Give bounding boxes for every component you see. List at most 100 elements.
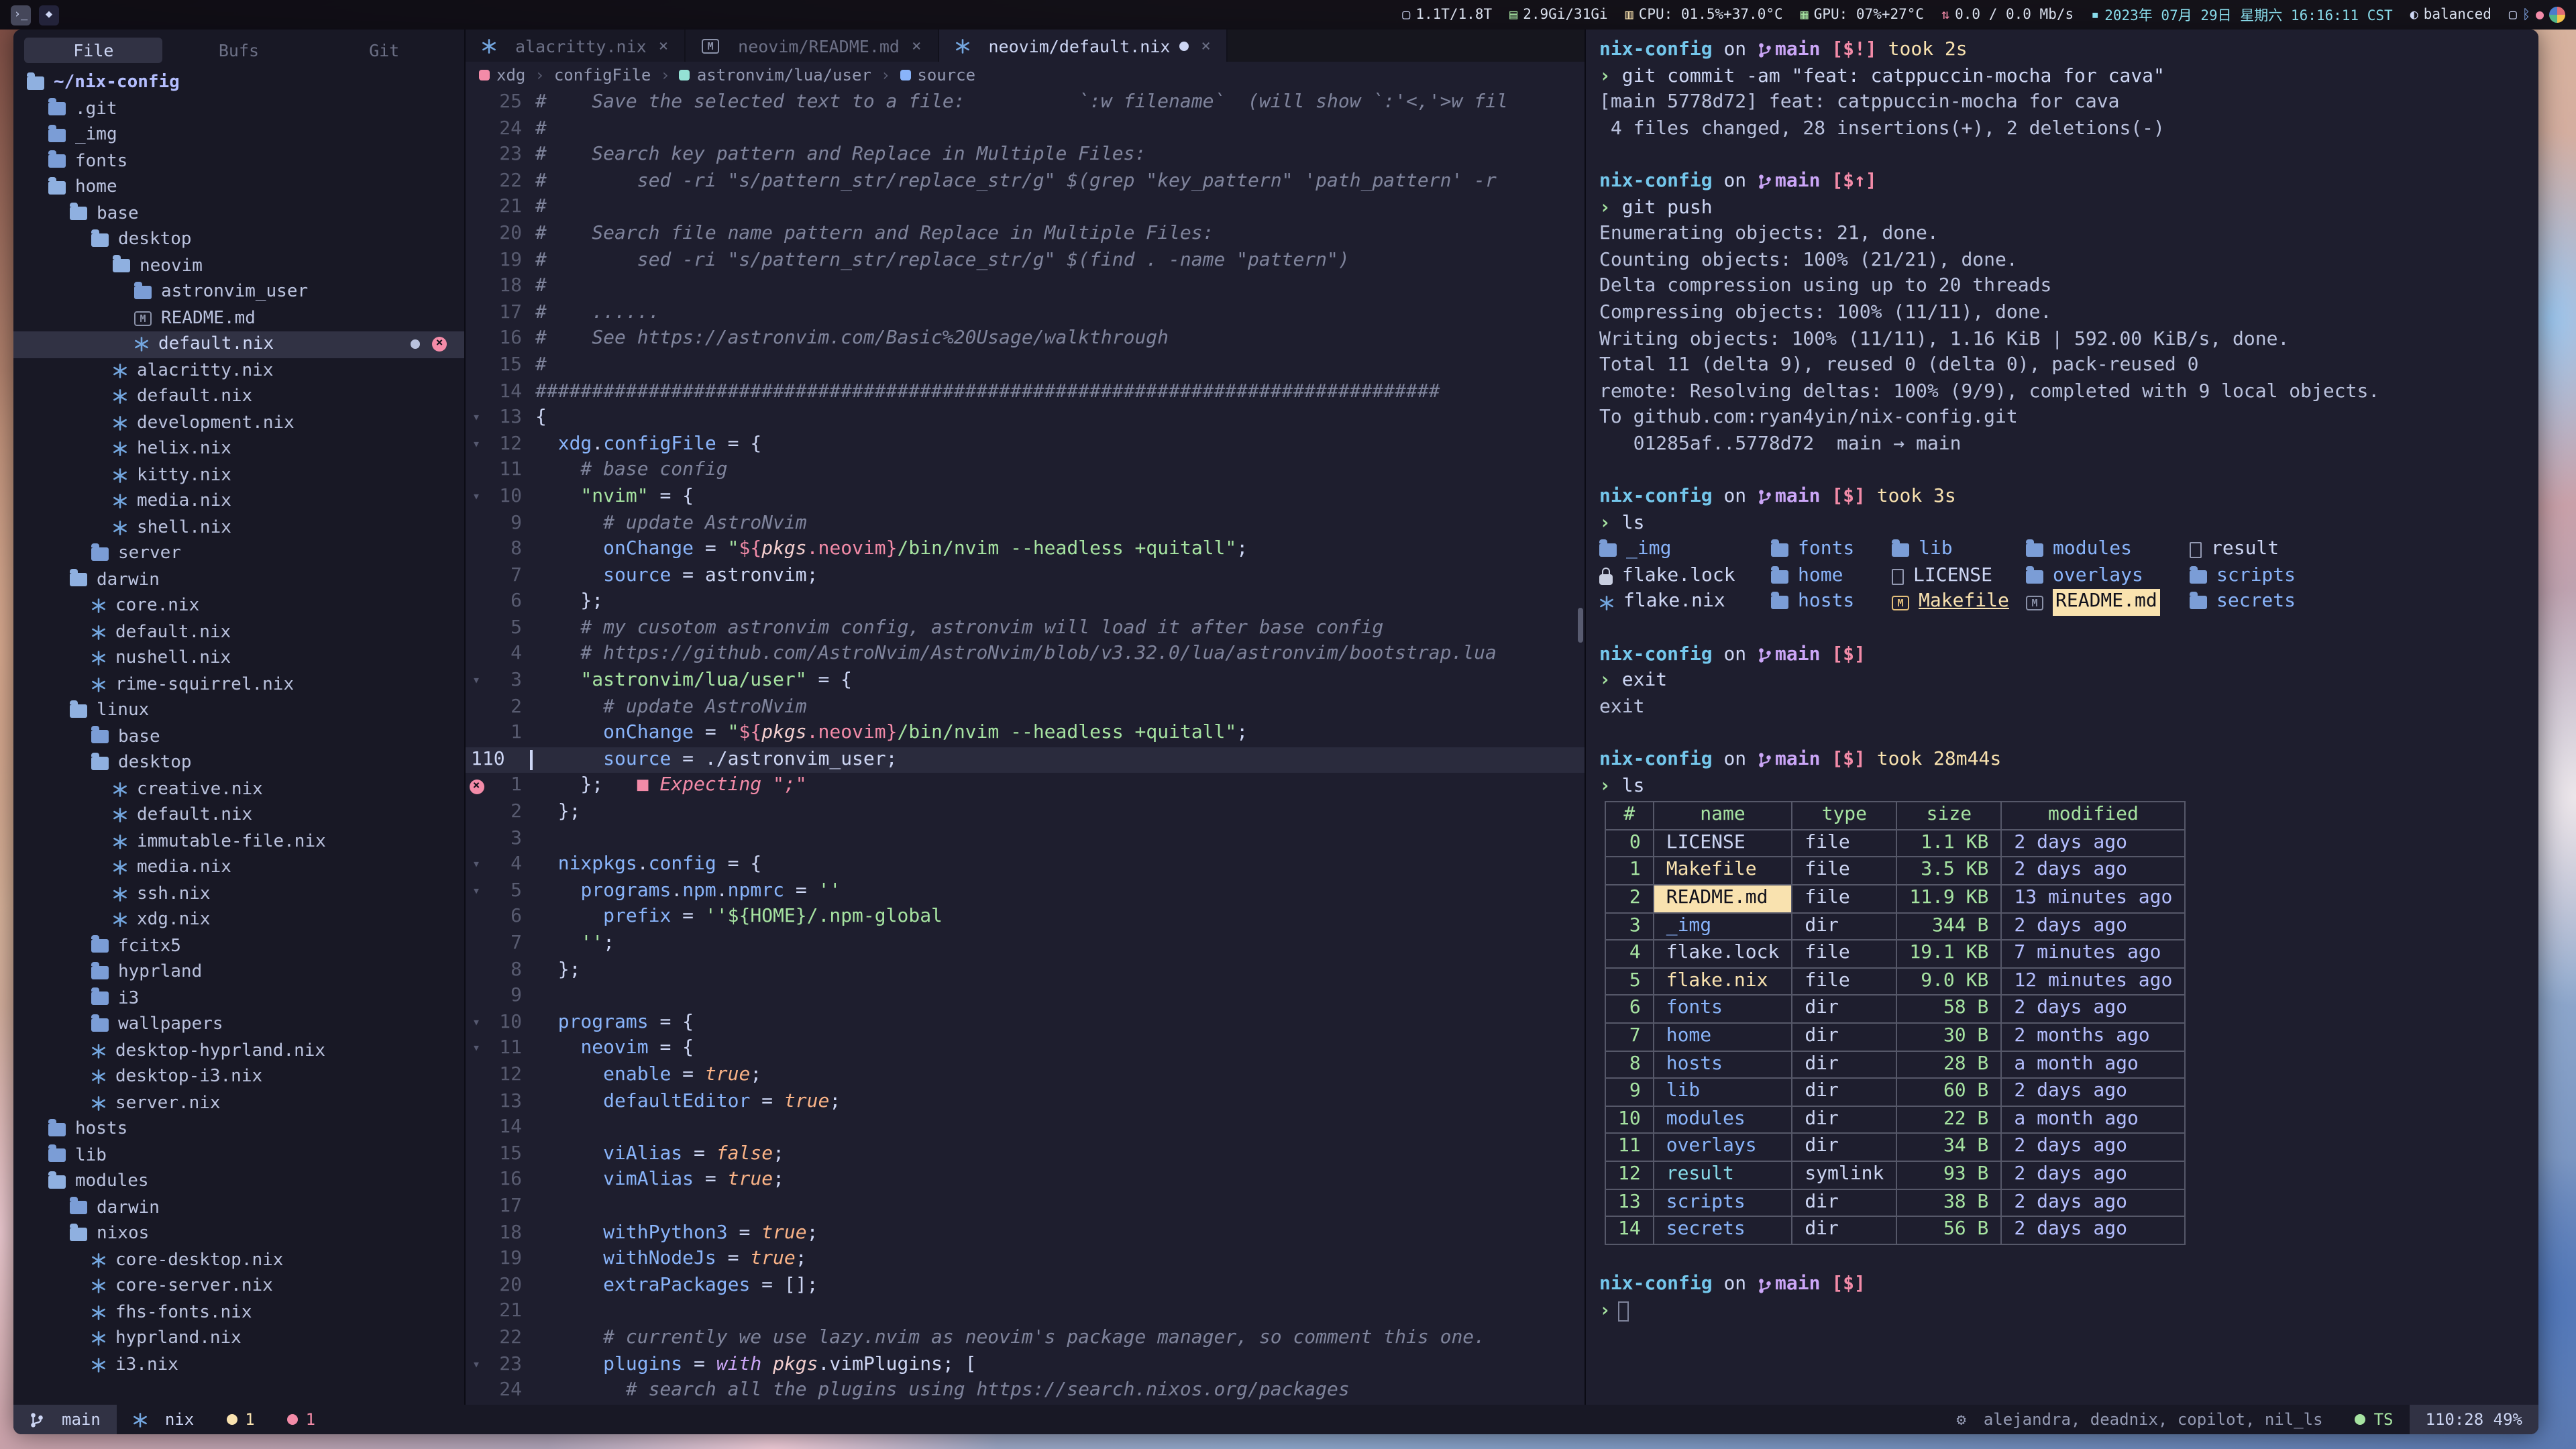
tree-item[interactable]: alacritty.nix [13,358,464,384]
tree-item[interactable]: core.nix [13,593,464,619]
scrollbar-thumb[interactable] [1578,607,1583,642]
tree-item[interactable]: default.nix× [13,331,464,358]
tree-item[interactable]: rime-squirrel.nix [13,672,464,698]
bluetooth-icon[interactable]: ᛒ [2522,7,2530,22]
workspace-2-icon[interactable]: ◆ [39,5,59,25]
buffer-tab[interactable]: neovim/default.nix× [938,30,1228,62]
code-line[interactable]: 11 # base config [466,458,1585,484]
code-line[interactable]: 21# [466,195,1585,221]
tree-item[interactable]: neovim [13,253,464,279]
tree-item[interactable]: modules [13,1169,464,1195]
tree-item[interactable]: immutable-file.nix [13,828,464,855]
tree-item[interactable]: shell.nix [13,515,464,541]
tree-item[interactable]: core-server.nix [13,1273,464,1299]
code-line[interactable]: ▾3 "astronvim/lua/user" = { [466,668,1585,694]
code-line[interactable]: 110 source = ./astronvim_user; [466,747,1585,773]
code-line[interactable]: 7 ''; [466,931,1585,957]
tree-item[interactable]: base [13,201,464,227]
tree-item[interactable]: i3 [13,985,464,1012]
code-line[interactable]: 19 withNodeJs = true; [466,1246,1585,1273]
code-line[interactable]: 18 withPython3 = true; [466,1220,1585,1246]
code-line[interactable]: 12 enable = true; [466,1063,1585,1089]
display-icon[interactable]: ▢ [2509,7,2517,22]
buffer-tab[interactable]: alacritty.nix× [466,30,686,62]
tree-item[interactable]: ssh.nix [13,881,464,907]
code-line[interactable]: 9 [466,983,1585,1010]
code-area[interactable]: 25# Save the selected text to a file: `:… [466,89,1585,1405]
code-line[interactable]: 14######################################… [466,379,1585,405]
tree-item[interactable]: lib [13,1142,464,1169]
code-line[interactable]: 14 [466,1115,1585,1141]
tree-item[interactable]: desktop-i3.nix [13,1064,464,1090]
tree-item[interactable]: default.nix [13,384,464,410]
code-line[interactable]: 22# sed -ri "s/pattern_str/replace_str/g… [466,169,1585,195]
tree-item[interactable]: desktop-hyprland.nix [13,1038,464,1064]
app-logo-icon[interactable] [2549,7,2565,23]
code-line[interactable]: ▾23 plugins = with pkgs.vimPlugins; [ [466,1352,1585,1378]
breadcrumb-item[interactable]: xdg [479,66,525,85]
fold-column[interactable]: ▾ [466,1036,487,1063]
tree-item[interactable]: fcitx5 [13,933,464,959]
tree-item[interactable]: hosts [13,1116,464,1142]
tree-item[interactable]: server [13,541,464,567]
tree-item[interactable]: fonts [13,148,464,174]
tree-item[interactable]: home [13,174,464,201]
code-line[interactable]: 25# Save the selected text to a file: `:… [466,90,1585,116]
code-line[interactable]: 19# sed -ri "s/pattern_str/replace_str/g… [466,248,1585,274]
tree-item[interactable]: kitty.nix [13,462,464,488]
code-line[interactable]: 21 [466,1299,1585,1326]
tree-item[interactable]: darwin [13,1195,464,1221]
code-line[interactable]: 24# [466,116,1585,142]
tree-item[interactable]: xdg.nix [13,907,464,933]
tree-item[interactable]: hyprland.nix [13,1326,464,1352]
code-line[interactable]: 2 # update AstroNvim [466,694,1585,720]
code-line[interactable]: 8 onChange = "${pkgs.neovim}/bin/nvim --… [466,537,1585,563]
tree-item[interactable]: creative.nix [13,776,464,802]
code-line[interactable]: 24 # search all the plugins using https:… [466,1378,1585,1404]
code-line[interactable]: 16 vimAlias = true; [466,1168,1585,1194]
tree-item[interactable]: desktop [13,750,464,776]
fold-column[interactable]: ▾ [466,431,487,458]
tree-item[interactable]: nushell.nix [13,645,464,672]
tree-item[interactable]: darwin [13,567,464,593]
code-line[interactable]: 8 }; [466,957,1585,983]
tree-item[interactable]: .git [13,96,464,122]
code-line[interactable]: 4 # https://github.com/AstroNvim/AstroNv… [466,642,1585,668]
code-line[interactable]: 22 # currently we use lazy.nvim as neovi… [466,1326,1585,1352]
close-icon[interactable]: × [912,36,921,55]
tree-item[interactable]: media.nix [13,855,464,881]
code-line[interactable]: 3 [466,826,1585,852]
code-line[interactable]: ▾4 nixpkgs.config = { [466,852,1585,878]
code-line[interactable]: 16# See https://astronvim.com/Basic%20Us… [466,327,1585,353]
workspace-1-icon[interactable]: ›_ [11,5,31,25]
code-line[interactable]: 15 viAlias = false; [466,1142,1585,1168]
code-line[interactable]: 5 # my cusotom astronvim config, astronv… [466,616,1585,642]
code-line[interactable]: 2 }; [466,800,1585,826]
code-line[interactable]: 13 defaultEditor = true; [466,1089,1585,1115]
tree-tab-bufs[interactable]: Bufs [170,37,309,62]
tree-item[interactable]: fhs-fonts.nix [13,1299,464,1326]
tree-item[interactable]: hyprland [13,959,464,985]
tree-tab-git[interactable]: Git [315,37,453,62]
tree-item[interactable]: i3.nix [13,1352,464,1378]
code-line[interactable]: ▾12 xdg.configFile = { [466,431,1585,458]
code-line[interactable]: 9 # update AstroNvim [466,511,1585,537]
code-line[interactable]: 6 }; [466,590,1585,616]
tree-item[interactable]: MREADME.md [13,305,464,331]
tree-item[interactable]: development.nix [13,410,464,436]
code-line[interactable]: 20# Search file name pattern and Replace… [466,221,1585,248]
fold-column[interactable]: ▾ [466,484,487,511]
code-line[interactable]: ▾10 programs = { [466,1010,1585,1036]
tree-tab-file[interactable]: File [24,37,163,62]
notification-icon[interactable]: ● [2536,7,2544,22]
tree-item[interactable]: default.nix [13,802,464,828]
fold-column[interactable]: ▾ [466,1010,487,1036]
tree-item[interactable]: ~/nix-config [13,70,464,96]
close-icon[interactable]: × [659,36,668,55]
code-line[interactable]: 17# ...... [466,301,1585,327]
breadcrumb-item[interactable]: astronvim/lua/user [680,66,871,85]
tree-item[interactable]: helix.nix [13,436,464,462]
tree-item[interactable]: astronvim_user [13,279,464,305]
code-line[interactable]: ▾5 programs.npm.npmrc = '' [466,879,1585,905]
tree-item[interactable]: _img [13,122,464,148]
